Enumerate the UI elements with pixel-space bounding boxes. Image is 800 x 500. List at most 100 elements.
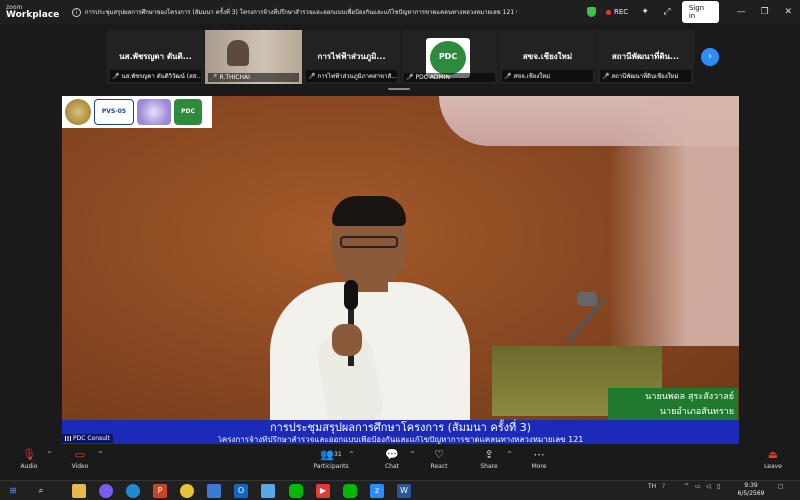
participant-name: การไฟฟ้าส่วนภูมิ...: [317, 52, 386, 61]
mic-muted-icon: 🎤̸: [112, 72, 120, 80]
self-name-label: PDC Consult: [62, 434, 113, 443]
taskbar-clock[interactable]: 9:39 6/5/2569: [728, 482, 774, 498]
notification-icon[interactable]: ▢: [778, 483, 784, 490]
file-explorer-icon[interactable]: [72, 484, 86, 498]
edge-icon[interactable]: [126, 484, 140, 498]
participant-tile[interactable]: สถานีพัฒนาที่ดิน... 🎤̸ สถานีพัฒนาที่ดินเช…: [597, 30, 694, 84]
participant-label: 🎤̸ นส.พัชรญดา ตันติวิวัฒน์ (สส...: [110, 70, 201, 82]
participant-video: [227, 40, 249, 66]
next-page-arrow-icon[interactable]: ›: [701, 48, 719, 66]
info-icon[interactable]: i: [72, 7, 81, 17]
help-icon[interactable]: ?: [662, 483, 665, 490]
participant-label-text: PDC ADMIN: [415, 74, 450, 81]
restore-icon[interactable]: ❐: [753, 7, 777, 17]
network-icon[interactable]: ▭: [695, 483, 701, 490]
expand-icon[interactable]: ⤢: [662, 7, 672, 17]
pvs-logo: PVS-05: [94, 99, 134, 125]
react-button[interactable]: ♡ React: [414, 447, 464, 470]
minimize-icon[interactable]: —: [729, 7, 753, 17]
share-label: Share: [480, 463, 498, 470]
event-caption-bar: การประชุมสรุปผลการศึกษาโครงการ (สัมมนา ค…: [62, 420, 739, 444]
speaker-name: นายนพดล สุระสังวาลย์: [645, 392, 734, 402]
youtube-icon[interactable]: ▶: [316, 484, 330, 498]
word-icon[interactable]: W: [397, 484, 411, 498]
volume-icon[interactable]: ◁: [706, 483, 711, 490]
copilot-icon[interactable]: [99, 484, 113, 498]
mic-muted-icon: 🎤̸: [308, 72, 316, 80]
windows-start-icon[interactable]: ⊞: [6, 484, 20, 498]
zoom-taskbar-icon[interactable]: z: [370, 484, 384, 498]
participant-label-text: สถานีพัฒนาที่ดินเชียงใหม่: [611, 73, 679, 80]
pdc-logo: PDC: [426, 38, 470, 78]
sign-in-button[interactable]: Sign in: [681, 1, 720, 23]
participant-tile[interactable]: นส.พัชรญดา ตันติ... 🎤̸ นส.พัชรญดา ตันติวิ…: [107, 30, 204, 84]
share-button[interactable]: ⇪ Share ^: [464, 447, 514, 470]
more-button[interactable]: ⋯ More: [514, 447, 564, 470]
line-icon[interactable]: [289, 484, 303, 498]
event-caption-line2: โครงการจ้างที่ปรึกษาสำรวจและออกแบบเพื่อป…: [217, 436, 584, 444]
line-app-icon[interactable]: [343, 484, 357, 498]
chevron-up-icon[interactable]: ^: [507, 451, 512, 458]
recording-indicator[interactable]: REC: [605, 8, 629, 16]
sparkle-icon[interactable]: ✦: [640, 7, 650, 17]
participants-label: Participants: [313, 463, 349, 470]
mic-muted-icon: 🎤̸: [504, 72, 512, 80]
speaker-name-caption: นายนพดล สุระสังวาลย์ นายอำเภอสันทราย: [608, 388, 738, 424]
zoom-workplace-logo: zoom Workplace: [0, 0, 59, 24]
close-icon[interactable]: ✕: [776, 7, 800, 17]
participant-tile[interactable]: การไฟฟ้าส่วนภูมิ... 🎤̸ การไฟฟ้าส่วนภูมิภา…: [303, 30, 400, 84]
chevron-up-icon[interactable]: ^: [98, 451, 103, 458]
chat-button[interactable]: 💬 Chat ^: [367, 447, 417, 470]
speaker-hair: [332, 196, 406, 226]
mic-muted-icon: 🎤̸: [210, 74, 218, 81]
mic-muted-icon: 🎤̸: [406, 74, 414, 81]
video-button[interactable]: ▭ Video ^: [55, 447, 105, 470]
rec-label: REC: [613, 8, 629, 16]
chat-label: Chat: [384, 463, 400, 470]
participant-tile[interactable]: 🎤̸ R.THICHAI: [205, 30, 302, 84]
participants-count: 31: [334, 451, 342, 458]
powerpoint-icon[interactable]: P: [153, 484, 167, 498]
strip-scroll-indicator[interactable]: [388, 88, 410, 90]
sponsor-logo-panel: PVS-05 PDC: [62, 96, 212, 128]
participant-name: สถานีพัฒนาที่ดิน...: [611, 52, 680, 61]
store-icon[interactable]: [207, 484, 221, 498]
more-label: More: [531, 463, 547, 470]
battery-icon[interactable]: ▯: [717, 483, 720, 490]
department-seal-logo: [65, 99, 91, 125]
encryption-shield-icon[interactable]: [587, 7, 596, 17]
windows-taskbar: ⊞ ⌕ P O ▶ z W TH ? ^ ▭ ◁ ▯ 9:39 6/5/2569…: [0, 480, 800, 500]
lamp-head: [577, 292, 597, 306]
active-speaker-video[interactable]: PVS-05 PDC นายนพดล สุระสังวาลย์ นายอำเภอ…: [62, 96, 739, 444]
react-label: React: [430, 463, 448, 470]
rec-dot-icon: [605, 9, 611, 15]
title-bar: zoom Workplace i การประชุมสรุปผลการศึกษา…: [0, 0, 800, 24]
leave-icon: ⏏: [767, 448, 779, 461]
participant-tile[interactable]: สขจ.เชียงใหม่ 🎤̸ สขจ.เชียงใหม่: [499, 30, 596, 84]
chevron-up-icon[interactable]: ^: [47, 451, 52, 458]
clock-time: 9:39: [744, 482, 758, 489]
participant-tile[interactable]: PDC 🎤̸ PDC ADMIN: [401, 30, 498, 84]
chrome-icon[interactable]: [180, 484, 194, 498]
participants-button[interactable]: 👥31 Participants ^: [306, 447, 356, 470]
audio-label: Audio: [20, 463, 38, 470]
speaker-hand: [332, 324, 362, 356]
self-name-text: PDC Consult: [73, 435, 110, 442]
photos-icon[interactable]: [261, 484, 275, 498]
microphone: [344, 280, 358, 310]
language-indicator[interactable]: TH: [648, 483, 656, 490]
participant-label-text: สขจ.เชียงใหม่: [513, 73, 551, 80]
heart-icon: ♡: [434, 448, 444, 461]
speaker-glasses: [340, 236, 398, 248]
pdc-logo-text: PDC: [438, 52, 458, 61]
leave-button[interactable]: ⏏ Leave: [748, 447, 798, 470]
chevron-up-icon[interactable]: ^: [349, 451, 354, 458]
participant-label: 🎤̸ สขจ.เชียงใหม่: [502, 70, 593, 82]
search-icon[interactable]: ⌕: [34, 484, 48, 498]
chevron-up-tray-icon[interactable]: ^: [684, 483, 689, 490]
audio-button[interactable]: 🎙 Audio ^: [4, 447, 54, 470]
video-label: Video: [71, 463, 89, 470]
outlook-icon[interactable]: O: [234, 484, 248, 498]
event-caption-line1: การประชุมสรุปผลการศึกษาโครงการ (สัมมนา ค…: [269, 421, 532, 434]
participant-label: 🎤̸ PDC ADMIN: [404, 73, 495, 82]
